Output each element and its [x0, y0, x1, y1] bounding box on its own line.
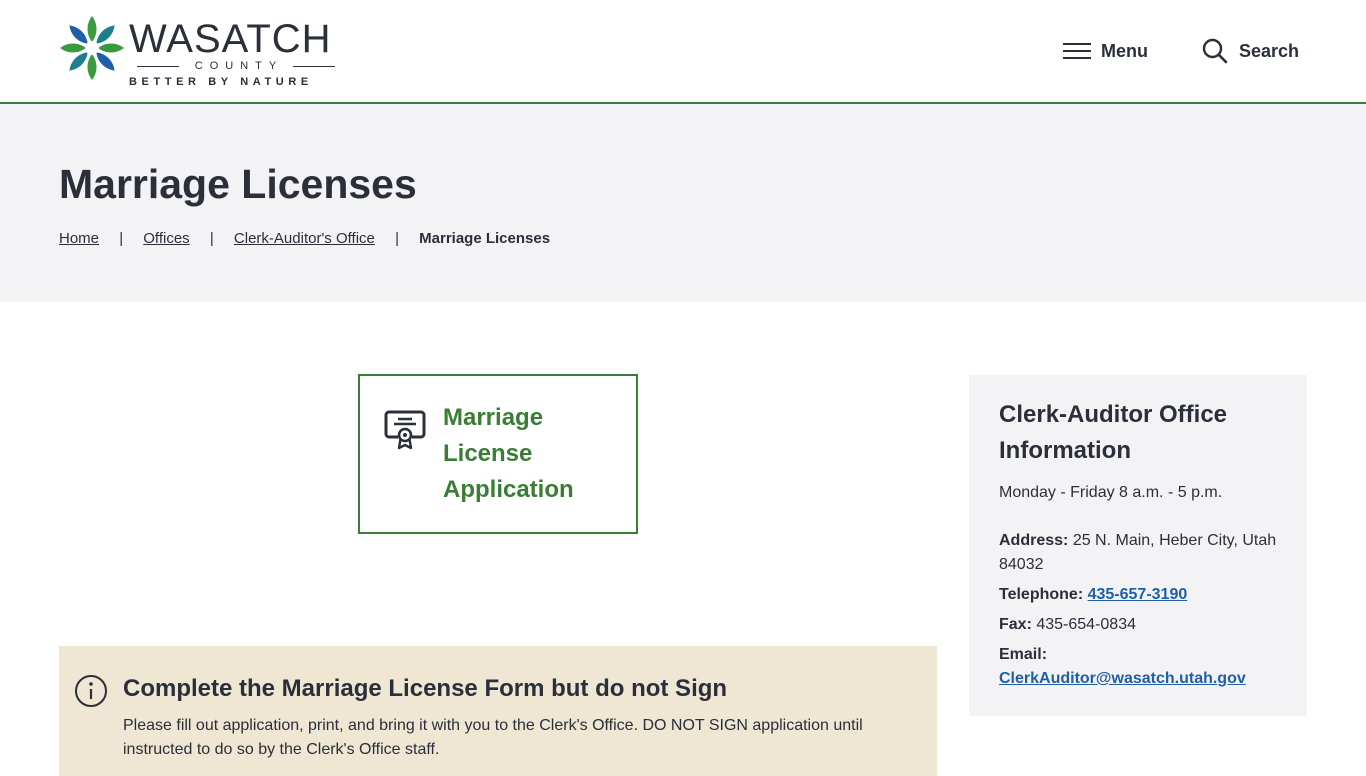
breadcrumb-separator: |	[119, 230, 124, 247]
search-button[interactable]: Search	[1201, 36, 1299, 66]
page-title: Marriage Licenses	[59, 161, 417, 207]
email-link[interactable]: ClerkAuditor@wasatch.utah.gov	[999, 670, 1246, 687]
fax-line: Fax: 435-654-0834	[999, 613, 1289, 637]
office-hours: Monday - Friday 8 a.m. - 5 p.m.	[999, 484, 1223, 501]
breadcrumb-current: Marriage Licenses	[419, 230, 551, 247]
info-icon	[75, 675, 107, 707]
page-hero: Marriage Licenses Home | Offices | Clerk…	[0, 104, 1366, 302]
breadcrumb-separator: |	[209, 230, 214, 247]
breadcrumb-home[interactable]: Home	[59, 230, 99, 247]
address-label: Address:	[999, 532, 1069, 549]
notice-body: Please fill out application, print, and …	[123, 717, 863, 758]
hamburger-icon	[1063, 42, 1091, 60]
notice-title: Complete the Marriage License Form but d…	[123, 675, 728, 702]
site-logo[interactable]: WASATCH COUNTY BETTER BY NATURE	[59, 15, 359, 90]
logo-title: WASATCH	[129, 17, 332, 61]
sidebar-title: Clerk-Auditor Office Information	[999, 401, 1228, 464]
fax-label: Fax:	[999, 616, 1032, 633]
certificate-icon	[384, 410, 426, 450]
telephone-line: Telephone: 435-657-3190	[999, 583, 1289, 607]
fax-value: 435-654-0834	[1036, 616, 1136, 633]
breadcrumb: Home | Offices | Clerk-Auditor's Office …	[59, 230, 550, 248]
address-line: Address: 25 N. Main, Heber City, Utah 84…	[999, 529, 1289, 577]
breadcrumb-separator: |	[395, 230, 399, 247]
office-info-sidebar: Clerk-Auditor Office Information Monday …	[969, 375, 1307, 716]
breadcrumb-clerk-auditor[interactable]: Clerk-Auditor's Office	[234, 230, 375, 247]
email-line: Email: ClerkAuditor@wasatch.utah.gov	[999, 643, 1289, 691]
card-title: Marriage License Application	[443, 404, 574, 503]
search-label: Search	[1239, 40, 1300, 61]
search-icon	[1202, 38, 1228, 64]
logo-county: COUNTY	[129, 59, 349, 73]
menu-button[interactable]: Menu	[1063, 36, 1148, 66]
telephone-link[interactable]: 435-657-3190	[1088, 586, 1188, 603]
telephone-label: Telephone:	[999, 586, 1084, 603]
notice-box: Complete the Marriage License Form but d…	[59, 646, 937, 776]
logo-tagline: BETTER BY NATURE	[129, 76, 313, 88]
breadcrumb-offices[interactable]: Offices	[143, 230, 189, 247]
site-header: WASATCH COUNTY BETTER BY NATURE Menu Sea…	[0, 0, 1366, 104]
marriage-license-application-link[interactable]: Marriage License Application	[358, 374, 638, 534]
wasatch-star-logo-icon	[60, 16, 124, 80]
email-label: Email:	[999, 646, 1048, 663]
menu-label: Menu	[1101, 40, 1148, 61]
